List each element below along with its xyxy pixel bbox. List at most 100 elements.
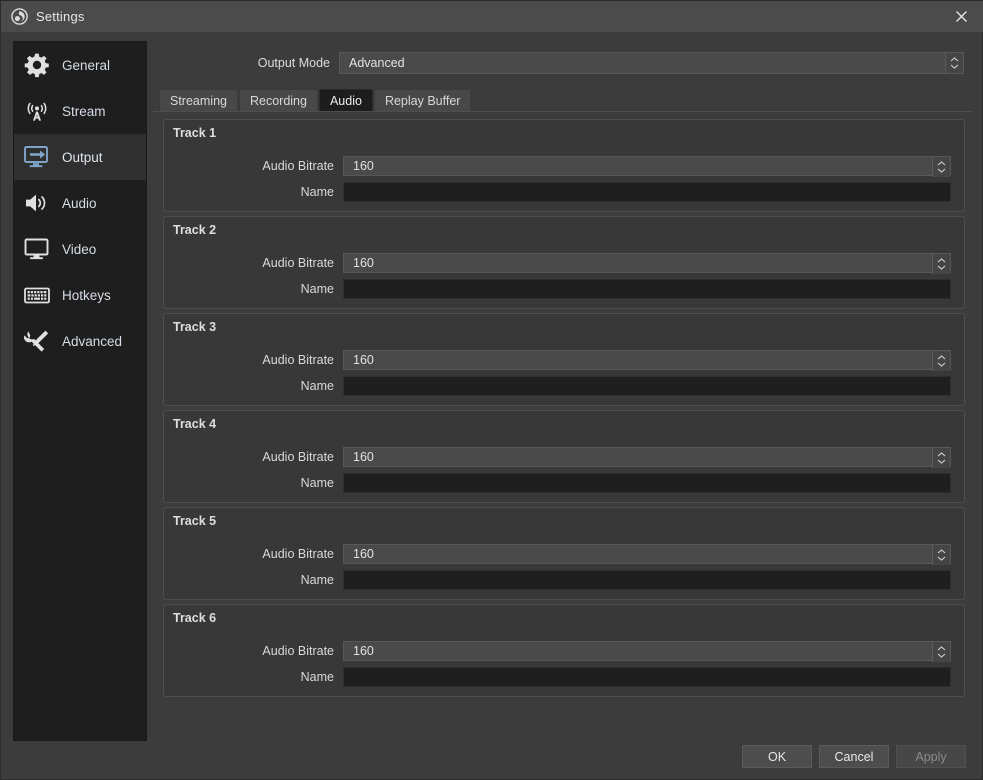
spinner-updown-icon[interactable] xyxy=(932,351,950,371)
track-name-label: Name xyxy=(300,379,334,393)
output-mode-row: Output Mode Advanced xyxy=(153,52,973,74)
spinner-updown-icon[interactable] xyxy=(932,642,950,662)
tab-replay-buffer[interactable]: Replay Buffer xyxy=(373,89,472,111)
track-group: Track 4 Audio Bitrate 160 Name xyxy=(163,410,965,503)
sidebar-item-video[interactable]: Video xyxy=(14,226,146,272)
tab-label: Audio xyxy=(329,93,362,108)
track-group: Track 3 Audio Bitrate 160 Name xyxy=(163,313,965,406)
cancel-button[interactable]: Cancel xyxy=(819,745,889,768)
audio-bitrate-select[interactable]: 160 xyxy=(343,253,951,274)
audio-bitrate-value: 160 xyxy=(353,353,374,367)
tab-underline xyxy=(153,111,973,112)
track-group: Track 2 Audio Bitrate 160 Name xyxy=(163,216,965,309)
settings-window: Settings General Stream Output Audio Vid… xyxy=(0,0,983,780)
track-title: Track 2 xyxy=(173,223,217,237)
track-name-row: Name xyxy=(164,473,964,493)
sidebar-item-label: Audio xyxy=(62,195,97,211)
audio-bitrate-select[interactable]: 160 xyxy=(343,350,951,371)
track-name-input[interactable] xyxy=(343,279,951,299)
track-group: Track 6 Audio Bitrate 160 Name xyxy=(163,604,965,697)
audio-bitrate-label: Audio Bitrate xyxy=(262,547,334,561)
sidebar-item-label: Video xyxy=(62,241,97,257)
output-mode-value: Advanced xyxy=(349,56,405,70)
track-title: Track 6 xyxy=(173,611,217,625)
audio-bitrate-row: Audio Bitrate 160 xyxy=(164,350,964,371)
audio-bitrate-value: 160 xyxy=(353,450,374,464)
spinner-updown-icon[interactable] xyxy=(932,545,950,565)
tools-icon xyxy=(20,324,54,358)
output-mode-label: Output Mode xyxy=(257,56,330,70)
track-name-input[interactable] xyxy=(343,667,951,687)
output-mode-select[interactable]: Advanced xyxy=(339,52,964,74)
audio-bitrate-value: 160 xyxy=(353,159,374,173)
track-group: Track 1 Audio Bitrate 160 Name xyxy=(163,119,965,212)
tab-streaming[interactable]: Streaming xyxy=(159,89,238,111)
track-name-row: Name xyxy=(164,667,964,687)
audio-bitrate-value: 160 xyxy=(353,256,374,270)
track-name-label: Name xyxy=(300,476,334,490)
audio-bitrate-select[interactable]: 160 xyxy=(343,156,951,177)
track-name-input[interactable] xyxy=(343,182,951,202)
spinner-updown-icon[interactable] xyxy=(932,157,950,177)
audio-bitrate-label: Audio Bitrate xyxy=(262,450,334,464)
track-name-row: Name xyxy=(164,570,964,590)
track-name-input[interactable] xyxy=(343,473,951,493)
sidebar-item-advanced[interactable]: Advanced xyxy=(14,318,146,364)
monitor-arrow-icon xyxy=(20,140,54,174)
track-name-label: Name xyxy=(300,282,334,296)
track-title: Track 4 xyxy=(173,417,217,431)
track-group: Track 5 Audio Bitrate 160 Name xyxy=(163,507,965,600)
track-name-input[interactable] xyxy=(343,570,951,590)
sidebar-item-label: General xyxy=(62,57,111,73)
sidebar-item-hotkeys[interactable]: Hotkeys xyxy=(14,272,146,318)
audio-bitrate-label: Audio Bitrate xyxy=(262,256,334,270)
track-name-label: Name xyxy=(300,573,334,587)
sidebar-item-general[interactable]: General xyxy=(14,42,146,88)
tab-label: Replay Buffer xyxy=(384,93,461,108)
ok-button[interactable]: OK xyxy=(742,745,812,768)
audio-bitrate-row: Audio Bitrate 160 xyxy=(164,447,964,468)
sidebar-item-label: Output xyxy=(62,149,103,165)
audio-bitrate-value: 160 xyxy=(353,547,374,561)
obs-logo-icon xyxy=(10,8,28,26)
audio-bitrate-label: Audio Bitrate xyxy=(262,644,334,658)
spinner-updown-icon[interactable] xyxy=(932,254,950,274)
sidebar-item-stream[interactable]: Stream xyxy=(14,88,146,134)
audio-bitrate-value: 160 xyxy=(353,644,374,658)
sidebar-item-label: Hotkeys xyxy=(62,287,111,303)
track-name-label: Name xyxy=(300,185,334,199)
output-tabs[interactable]: Streaming Recording Audio Replay Buffer xyxy=(153,88,973,112)
tab-label: Recording xyxy=(249,93,307,108)
apply-button: Apply xyxy=(896,745,966,768)
sidebar-item-audio[interactable]: Audio xyxy=(14,180,146,226)
monitor-icon xyxy=(20,232,54,266)
track-name-row: Name xyxy=(164,182,964,202)
track-name-row: Name xyxy=(164,376,964,396)
spinner-updown-icon[interactable] xyxy=(945,53,963,73)
settings-category-list[interactable]: General Stream Output Audio Video Hotkey… xyxy=(13,41,147,741)
title-bar: Settings xyxy=(1,1,983,32)
window-title: Settings xyxy=(36,9,85,24)
close-icon[interactable] xyxy=(939,1,983,32)
spinner-updown-icon[interactable] xyxy=(932,448,950,468)
track-name-row: Name xyxy=(164,279,964,299)
gear-icon xyxy=(20,48,54,82)
track-title: Track 3 xyxy=(173,320,217,334)
sidebar-item-label: Advanced xyxy=(62,333,123,349)
track-title: Track 5 xyxy=(173,514,217,528)
tab-recording[interactable]: Recording xyxy=(238,89,318,111)
sidebar-item-output[interactable]: Output xyxy=(14,134,146,180)
audio-bitrate-select[interactable]: 160 xyxy=(343,544,951,565)
tab-audio[interactable]: Audio xyxy=(318,89,373,111)
tab-label: Streaming xyxy=(170,93,227,108)
keyboard-icon xyxy=(20,278,54,312)
track-name-input[interactable] xyxy=(343,376,951,396)
audio-bitrate-row: Audio Bitrate 160 xyxy=(164,641,964,662)
audio-bitrate-row: Audio Bitrate 160 xyxy=(164,253,964,274)
audio-bitrate-row: Audio Bitrate 160 xyxy=(164,544,964,565)
broadcast-icon xyxy=(20,94,54,128)
audio-bitrate-label: Audio Bitrate xyxy=(262,353,334,367)
track-name-label: Name xyxy=(300,670,334,684)
audio-bitrate-select[interactable]: 160 xyxy=(343,447,951,468)
audio-bitrate-select[interactable]: 160 xyxy=(343,641,951,662)
